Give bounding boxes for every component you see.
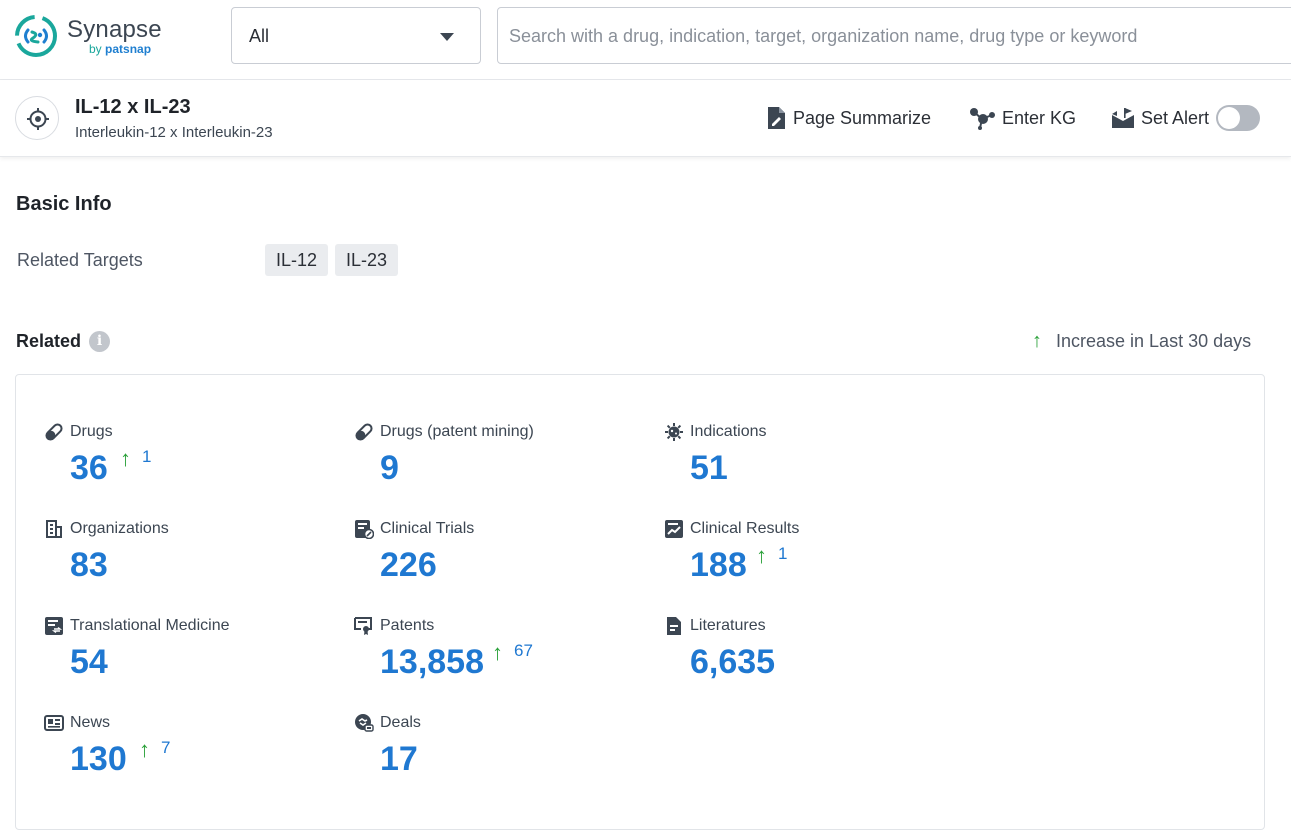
basic-info-heading: Basic Info — [16, 193, 112, 216]
page-title: IL-12 x IL-23 — [75, 96, 191, 119]
stat-value[interactable]: 36 — [70, 449, 108, 488]
enter-kg-label: Enter KG — [1002, 108, 1076, 129]
stat-indications[interactable]: Indications 51 — [664, 422, 964, 502]
alert-mail-icon — [1111, 107, 1135, 129]
stat-label: Clinical Trials — [380, 519, 474, 539]
clinical-trial-icon — [354, 519, 374, 539]
stat-label: Translational Medicine — [70, 616, 229, 636]
related-target-chip[interactable]: IL-23 — [335, 244, 398, 276]
stat-organizations[interactable]: Organizations 83 — [44, 519, 344, 599]
caret-down-icon — [440, 33, 454, 41]
increase-legend-text: Increase in Last 30 days — [1056, 331, 1251, 352]
enter-kg-button[interactable]: Enter KG — [968, 105, 1076, 131]
stat-label: Clinical Results — [690, 519, 799, 539]
toggle-knob — [1218, 107, 1240, 129]
stat-value[interactable]: 17 — [380, 740, 418, 779]
brand-byline: by patsnap — [89, 42, 151, 56]
arrow-up-icon: ↑ — [1032, 330, 1042, 353]
stat-label: Drugs (patent mining) — [380, 422, 534, 442]
stat-value[interactable]: 226 — [380, 546, 437, 585]
brand-by-prefix: by — [89, 42, 102, 56]
increase-count[interactable]: 7 — [161, 739, 170, 756]
pill-icon — [354, 422, 374, 442]
stat-value[interactable]: 13,858 — [380, 643, 484, 682]
pill-icon — [44, 422, 64, 442]
info-icon[interactable]: i — [89, 331, 110, 352]
stat-value[interactable]: 6,635 — [690, 643, 775, 682]
document-icon — [664, 616, 684, 636]
stat-label: Patents — [380, 616, 434, 636]
stat-label: News — [70, 713, 110, 733]
stat-label: Deals — [380, 713, 421, 733]
certificate-icon — [354, 616, 374, 636]
stat-news[interactable]: News 130 ↑7 — [44, 713, 344, 793]
stat-label: Indications — [690, 422, 767, 442]
stat-label: Literatures — [690, 616, 766, 636]
stat-clinical-results[interactable]: Clinical Results 188 ↑1 — [664, 519, 964, 599]
building-icon — [44, 519, 64, 539]
stat-increase: ↑1 — [120, 448, 151, 470]
synapse-logo-icon — [14, 14, 58, 58]
arrow-up-icon: ↑ — [139, 739, 150, 761]
search-scope-select[interactable]: All — [231, 7, 481, 64]
page-summarize-label: Page Summarize — [793, 108, 931, 129]
stat-value[interactable]: 9 — [380, 449, 399, 488]
stat-value[interactable]: 130 — [70, 740, 127, 779]
stat-value[interactable]: 51 — [690, 449, 728, 488]
stat-label: Organizations — [70, 519, 169, 539]
stat-deals[interactable]: Deals 17 — [354, 713, 654, 793]
arrow-up-icon: ↑ — [120, 448, 131, 470]
target-icon — [26, 107, 50, 131]
page-subtitle: Interleukin-12 x Interleukin-23 — [75, 124, 273, 141]
related-target-chip[interactable]: IL-12 — [265, 244, 328, 276]
related-targets-label: Related Targets — [17, 250, 143, 271]
related-heading: Related — [16, 331, 81, 352]
arrow-up-icon: ↑ — [756, 545, 767, 567]
stat-increase: ↑1 — [756, 545, 787, 567]
target-icon-badge — [15, 96, 59, 140]
increase-count[interactable]: 67 — [514, 642, 533, 659]
stat-value[interactable]: 54 — [70, 643, 108, 682]
page-summarize-button[interactable]: Page Summarize — [766, 105, 931, 131]
synapse-logo[interactable]: Synapse by patsnap — [14, 12, 194, 62]
set-alert-button[interactable]: Set Alert — [1111, 105, 1209, 131]
search-scope-value: All — [249, 26, 269, 47]
set-alert-toggle[interactable] — [1216, 105, 1260, 131]
stat-drugs-patent-mining[interactable]: Drugs (patent mining) 9 — [354, 422, 654, 502]
chart-report-icon — [664, 519, 684, 539]
document-transfer-icon — [44, 616, 64, 636]
document-edit-icon — [766, 106, 787, 130]
stat-translational-medicine[interactable]: Translational Medicine 54 — [44, 616, 344, 696]
brand-by-name: patsnap — [105, 42, 151, 56]
increase-legend: ↑ Increase in Last 30 days — [1032, 330, 1251, 353]
virus-icon — [664, 422, 684, 442]
stat-value[interactable]: 188 — [690, 546, 747, 585]
top-bar: Synapse by patsnap All — [0, 0, 1291, 80]
stat-increase: ↑ 67 — [492, 642, 533, 664]
entity-header: IL-12 x IL-23 Interleukin-12 x Interleuk… — [0, 80, 1291, 157]
search-input[interactable] — [509, 22, 1289, 50]
increase-count[interactable]: 1 — [142, 448, 151, 465]
stat-clinical-trials[interactable]: Clinical Trials 226 — [354, 519, 654, 599]
stat-increase: ↑7 — [139, 739, 170, 761]
arrow-up-icon: ↑ — [492, 642, 503, 664]
handshake-icon — [354, 713, 374, 733]
stat-drugs[interactable]: Drugs 36 ↑1 — [44, 422, 344, 502]
stat-patents[interactable]: Patents 13,858 ↑ 67 — [354, 616, 654, 696]
stat-literatures[interactable]: Literatures 6,635 — [664, 616, 964, 696]
search-box[interactable] — [497, 7, 1291, 64]
brand-name: Synapse — [67, 16, 162, 44]
newspaper-icon — [44, 713, 64, 733]
stat-label: Drugs — [70, 422, 113, 442]
knowledge-graph-icon — [968, 106, 996, 130]
increase-count[interactable]: 1 — [778, 545, 787, 562]
set-alert-label: Set Alert — [1141, 108, 1209, 129]
stat-value[interactable]: 83 — [70, 546, 108, 585]
